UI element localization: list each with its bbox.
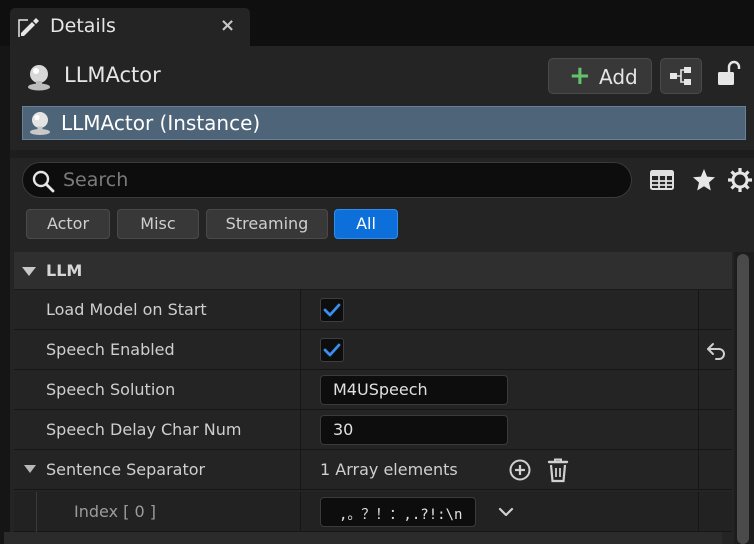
chevron-down-icon[interactable] <box>496 502 516 522</box>
indent-guide <box>36 492 37 532</box>
filter-all[interactable]: All <box>334 209 398 239</box>
add-component-button[interactable]: + Add <box>548 58 652 94</box>
search-box[interactable] <box>22 162 632 198</box>
speech-enabled-checkbox[interactable] <box>320 338 344 362</box>
scrollbar-thumb[interactable] <box>737 254 749 544</box>
property-name: Index [ 0 ] <box>74 502 156 521</box>
star-icon[interactable] <box>690 166 718 194</box>
actor-instance-row[interactable]: LLMActor (Instance) <box>22 106 746 140</box>
column-divider <box>300 290 301 330</box>
filter-misc[interactable]: Misc <box>117 209 199 239</box>
property-row-index-0: Index [ 0 ] ,。？！：,.?!:\n <box>14 492 732 532</box>
checkmark-icon <box>323 343 341 357</box>
property-row-load-model: Load Model on Start <box>14 290 732 330</box>
blueprint-button[interactable] <box>660 58 702 94</box>
plus-icon: + <box>569 61 591 91</box>
speech-solution-field[interactable]: M4USpeech <box>320 375 508 405</box>
load-model-checkbox[interactable] <box>320 298 344 322</box>
column-divider <box>300 450 301 490</box>
column-divider <box>300 370 301 410</box>
column-divider <box>698 330 699 370</box>
tab-strip: Details × <box>0 0 754 46</box>
category-title: LLM <box>46 261 83 280</box>
property-row-speech-delay: Speech Delay Char Num 30 <box>14 410 732 450</box>
chevron-down-icon <box>22 267 36 276</box>
trash-icon[interactable] <box>546 457 570 483</box>
divider <box>10 150 754 158</box>
next-category-header <box>4 532 722 544</box>
column-divider <box>698 492 699 532</box>
add-circle-icon[interactable] <box>508 458 532 482</box>
column-divider <box>300 330 301 370</box>
reset-arrow-icon[interactable] <box>704 338 728 362</box>
column-divider <box>698 450 699 490</box>
property-row-speech-enabled: Speech Enabled <box>14 330 732 370</box>
filter-actor[interactable]: Actor <box>26 209 110 239</box>
blueprint-icon <box>670 67 691 85</box>
column-divider <box>300 492 301 532</box>
search-input[interactable] <box>63 167 623 193</box>
filter-streaming[interactable]: Streaming <box>206 209 328 239</box>
details-panel: LLMActor + Add LLMActor (Instance) Searc… <box>10 46 754 544</box>
tab-title: Details <box>50 15 116 37</box>
gear-icon[interactable] <box>726 166 754 194</box>
property-row-sentence-separator: Sentence Separator 1 Array elements <box>14 450 732 490</box>
column-divider <box>300 410 301 450</box>
lock-icon[interactable] <box>714 60 742 90</box>
checkmark-icon <box>323 303 341 317</box>
speech-delay-field[interactable]: 30 <box>320 415 508 445</box>
property-name: Load Model on Start <box>46 300 207 319</box>
array-count: 1 Array elements <box>320 460 458 479</box>
chevron-down-icon[interactable] <box>24 465 36 473</box>
column-divider <box>698 290 699 330</box>
column-divider <box>698 370 699 410</box>
index-0-field[interactable]: ,。？！：,.?!:\n <box>320 497 476 527</box>
close-icon[interactable]: × <box>220 15 235 36</box>
column-divider <box>698 410 699 450</box>
actor-name: LLMActor <box>64 63 161 87</box>
tab-details[interactable]: Details × <box>10 8 250 46</box>
pencil-icon <box>18 18 39 37</box>
table-icon[interactable] <box>648 166 676 194</box>
search-icon <box>32 170 55 193</box>
scrollbar[interactable] <box>734 252 754 544</box>
category-llm-header[interactable]: LLM <box>14 252 732 290</box>
property-name: Speech Delay Char Num <box>46 420 242 439</box>
add-button-label: Add <box>599 65 638 89</box>
property-name: Sentence Separator <box>46 460 206 479</box>
property-name: Speech Enabled <box>46 340 175 359</box>
instance-label: LLMActor (Instance) <box>61 111 261 135</box>
actor-sphere-icon <box>28 65 50 91</box>
actor-sphere-icon <box>30 112 50 135</box>
property-name: Speech Solution <box>46 380 176 399</box>
property-row-speech-solution: Speech Solution M4USpeech <box>14 370 732 410</box>
